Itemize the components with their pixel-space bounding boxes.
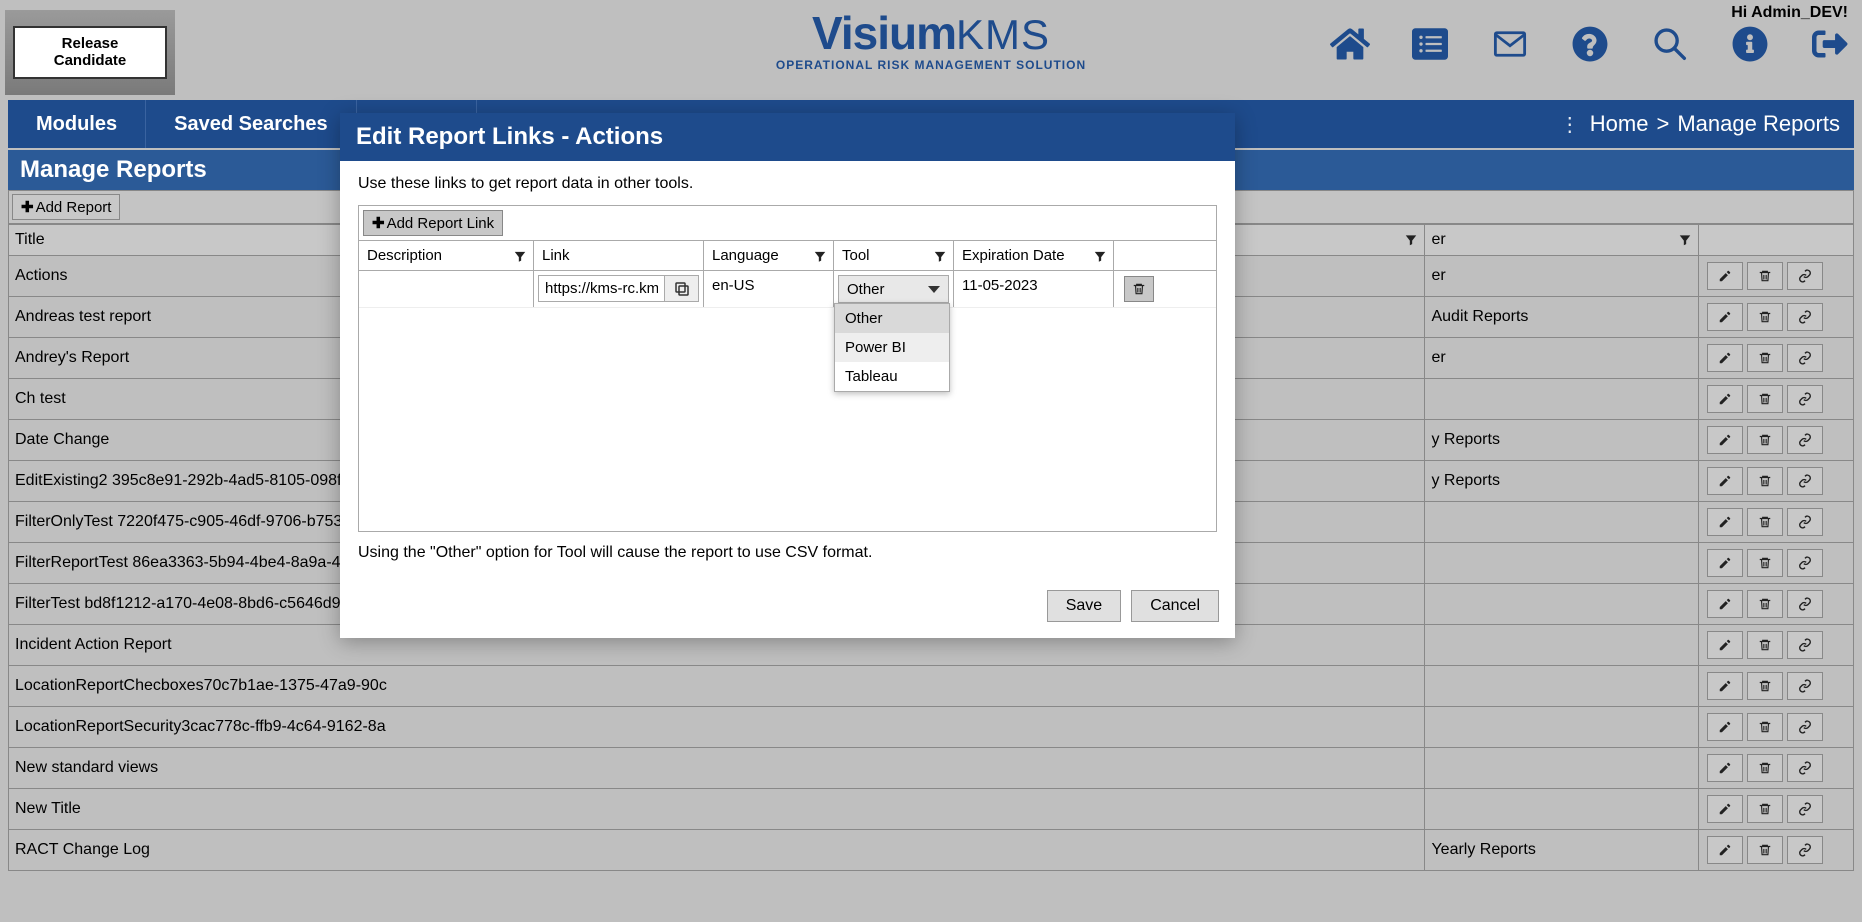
tool-select[interactable]: Other <box>838 275 949 303</box>
filter-icon[interactable] <box>813 247 827 264</box>
tool-dropdown: Other Power BI Tableau <box>834 303 950 392</box>
col-description: Description <box>359 241 534 270</box>
copy-link-button[interactable] <box>665 275 699 302</box>
col-link: Link <box>534 241 704 270</box>
add-report-link-button[interactable]: ✚Add Report Link <box>363 210 503 236</box>
filter-icon[interactable] <box>1093 247 1107 264</box>
language-value: en-US <box>704 271 834 307</box>
tool-selected-value: Other <box>847 281 885 298</box>
tool-option-powerbi[interactable]: Power BI <box>835 333 949 362</box>
filter-icon[interactable] <box>933 247 947 264</box>
col-language: Language <box>704 241 834 270</box>
report-link-row: en-US Other Other Power BI Tableau <box>359 271 1216 308</box>
col-expiration: Expiration Date <box>954 241 1114 270</box>
tool-option-tableau[interactable]: Tableau <box>835 362 949 391</box>
tool-option-other[interactable]: Other <box>835 304 949 333</box>
save-button[interactable]: Save <box>1047 590 1121 622</box>
modal-title: Edit Report Links - Actions <box>340 113 1235 161</box>
link-input[interactable] <box>538 275 665 302</box>
modal-footnote: Using the "Other" option for Tool will c… <box>358 544 1217 562</box>
report-links-grid: ✚Add Report Link Description Link Langua… <box>358 205 1217 532</box>
chevron-down-icon <box>928 286 940 293</box>
delete-row-button[interactable] <box>1124 276 1154 302</box>
col-tool: Tool <box>834 241 954 270</box>
modal-instructions: Use these links to get report data in ot… <box>358 175 1217 193</box>
edit-report-links-dialog: Edit Report Links - Actions Use these li… <box>340 113 1235 638</box>
modal-mask: Edit Report Links - Actions Use these li… <box>0 0 1862 922</box>
cancel-button[interactable]: Cancel <box>1131 590 1219 622</box>
expiration-value: 11-05-2023 <box>954 271 1114 307</box>
description-input[interactable] <box>363 275 529 300</box>
filter-icon[interactable] <box>513 247 527 264</box>
col-delete <box>1114 241 1164 270</box>
